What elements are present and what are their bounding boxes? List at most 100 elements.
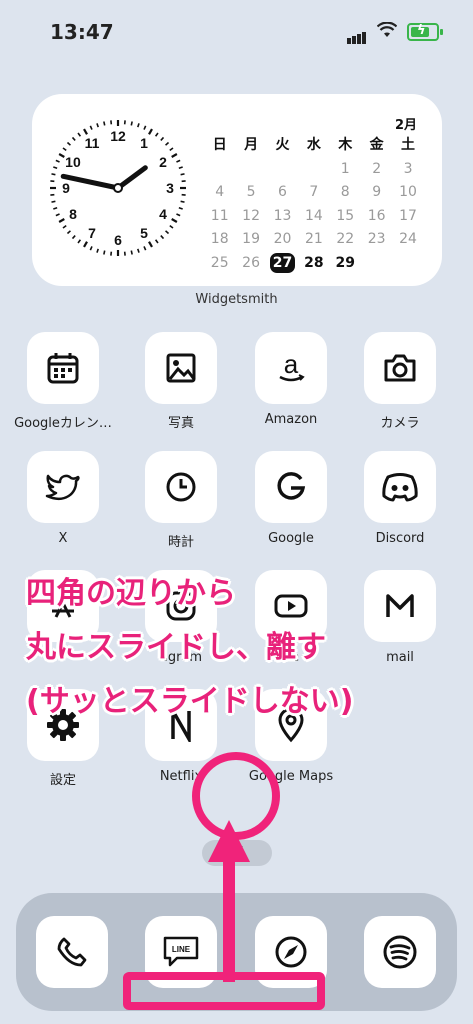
calendar-week-row: 4 5 6 7 8 9 10: [204, 181, 424, 205]
calendar-day: 9: [372, 184, 382, 200]
calendar-week-row: 25 26 27 28 29: [204, 252, 424, 276]
app-label: カメラ: [380, 416, 420, 431]
app-photos[interactable]: 写真: [126, 332, 236, 431]
calendar-day: 19: [242, 231, 260, 247]
app-discord[interactable]: Discord: [345, 451, 455, 546]
weekday-label: 木: [338, 137, 353, 153]
clock-number: 5: [140, 225, 148, 241]
weekday-label: 日: [212, 137, 227, 153]
app-label: Googleカレン…: [14, 416, 112, 431]
signal-icon: [347, 25, 367, 44]
app-gmail[interactable]: mail: [345, 570, 455, 665]
arrow-shaft: [223, 858, 235, 982]
app-google-tile[interactable]: [255, 451, 327, 523]
dock-spotify-tile[interactable]: [364, 916, 436, 988]
app-clock[interactable]: 時計: [126, 451, 236, 550]
battery-icon: ϟ: [407, 23, 443, 41]
app-label: X: [58, 531, 68, 546]
camera-icon: [382, 352, 418, 384]
spotify-icon: [382, 934, 418, 970]
clock-number: 12: [110, 128, 126, 144]
calendar-day: 16: [367, 207, 386, 224]
clock-number: 2: [159, 154, 167, 170]
calendar-day: 24: [399, 231, 417, 247]
calendar-day: 18: [210, 231, 229, 247]
weekday-label: 月: [244, 137, 259, 153]
phone-icon: [56, 936, 88, 968]
calendar-week-row: 18 19 20 21 22 23 24: [204, 228, 424, 252]
calendar-day: 4: [215, 184, 225, 200]
safari-icon: [273, 934, 309, 970]
calendar-grid: 日月火水木金土 1 2 3 4 5 6 7 8 9 10 11 12 13 14 15 16 17 18 19 20 21…: [204, 134, 424, 275]
calendar-day: 22: [336, 231, 355, 247]
calendar-day: 13: [273, 207, 292, 224]
app-calendar-tile[interactable]: [27, 332, 99, 404]
calendar-weekday-row: 日 月火水 木金 土: [204, 134, 424, 158]
app-bird[interactable]: X: [8, 451, 118, 546]
clock-number: 8: [69, 206, 77, 222]
status-bar: 13:47 ϟ: [0, 0, 473, 60]
app-discord-tile[interactable]: [364, 451, 436, 523]
calendar-day: 8: [340, 184, 350, 200]
calendar-day: 5: [246, 184, 256, 200]
calendar-day: [267, 158, 298, 182]
app-label: mail: [386, 650, 414, 665]
app-gmail-tile[interactable]: [364, 570, 436, 642]
app-label: 時計: [167, 535, 194, 550]
dock-phone[interactable]: [17, 916, 127, 988]
calendar-day-today: 27: [267, 252, 298, 276]
clock-number: 4: [159, 206, 167, 222]
calendar-day: [235, 158, 266, 182]
google-icon: [274, 470, 308, 504]
annotation-line-2: 丸にスライドし、離す: [26, 630, 326, 665]
app-bird-tile[interactable]: [27, 451, 99, 523]
photos-icon: [164, 351, 198, 385]
calendar-day: 25: [210, 254, 229, 271]
calendar-week-row: 1 2 3: [204, 158, 424, 182]
app-amazon-tile[interactable]: a: [255, 332, 327, 404]
calendar-day: 6: [278, 184, 287, 200]
bird-icon: [45, 471, 81, 503]
calendar-day: 3: [403, 160, 413, 177]
clock-number: 11: [85, 135, 100, 151]
calendar-day: 10: [399, 184, 417, 200]
weekday-label: 火: [275, 137, 290, 153]
app-photos-tile[interactable]: [145, 332, 217, 404]
start-rectangle: [123, 972, 325, 1010]
widget-label: Widgetsmith: [195, 292, 278, 307]
minute-hand: [60, 173, 121, 191]
calendar-month: 2月: [395, 118, 418, 133]
clock-number: 9: [62, 180, 70, 196]
calendar-day: 7: [309, 184, 319, 200]
calendar-day: [298, 158, 329, 182]
youtube-icon: [273, 592, 309, 620]
calendar-day: 26: [242, 254, 260, 271]
app-label: Discord: [375, 531, 425, 546]
annotation-line-1: 四角の辺りから: [26, 576, 236, 611]
clock-number: 10: [65, 154, 81, 170]
calendar-day: 21: [304, 231, 323, 247]
app-camera[interactable]: カメラ: [345, 332, 455, 431]
app-label: 設定: [49, 773, 76, 788]
dock-phone-tile[interactable]: [36, 916, 108, 988]
app-google[interactable]: Google: [236, 451, 346, 546]
weekday-label: 水: [306, 137, 321, 153]
calendar-day: [361, 252, 392, 276]
status-time: 13:47: [50, 20, 114, 44]
calendar-day: 2: [372, 160, 382, 177]
calendar-day: 14: [304, 207, 323, 224]
clock-icon: [164, 470, 198, 504]
app-clock-tile[interactable]: [145, 451, 217, 523]
app-calendar[interactable]: Googleカレン…: [8, 332, 118, 431]
app-amazon[interactable]: a Amazon: [236, 332, 346, 427]
calendar-day: 28: [304, 254, 324, 271]
clock-number: 6: [114, 232, 122, 248]
calendar-day: 29: [335, 254, 355, 271]
arrow-head: [208, 820, 250, 862]
calendar-day: 17: [399, 207, 417, 224]
calendar-day: 11: [210, 207, 229, 224]
calendar-week-row: 11 12 13 14 15 16 17: [204, 205, 424, 229]
dock-spotify[interactable]: [345, 916, 455, 988]
app-camera-tile[interactable]: [364, 332, 436, 404]
svg-text:a: a: [284, 349, 299, 379]
